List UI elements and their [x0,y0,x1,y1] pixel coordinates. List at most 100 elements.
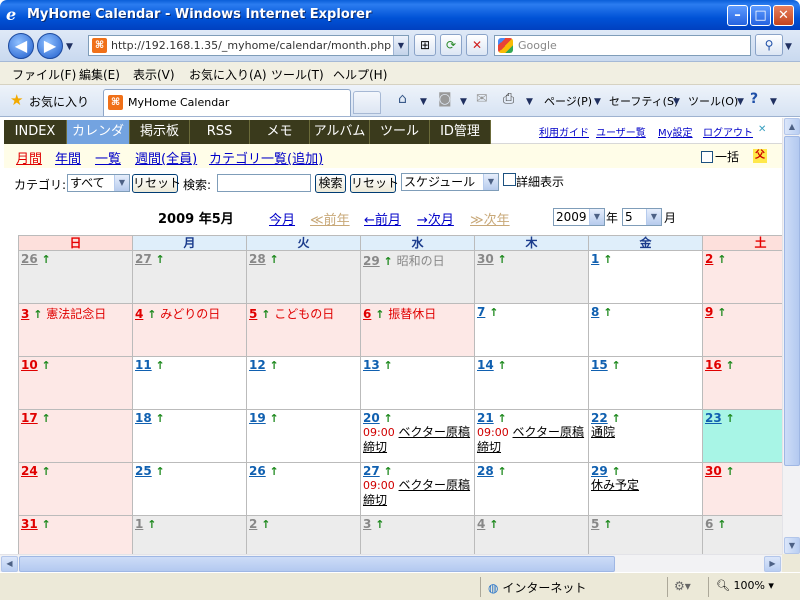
calendar-day-cell[interactable]: 24 ↑ [18,462,133,516]
add-event-icon[interactable]: ↑ [270,412,279,425]
add-event-icon[interactable]: ↑ [156,253,165,266]
add-event-icon[interactable]: ↑ [384,412,393,425]
calendar-event[interactable]: 09:00 ベクター原稿締切 [363,425,472,454]
browser-tab[interactable]: ⌘ MyHome Calendar [103,89,351,116]
calendar-day-cell[interactable]: 2 ↑ [702,250,782,304]
category-reset-button[interactable]: リセット [132,174,181,193]
add-event-icon[interactable]: ↑ [726,412,735,425]
add-event-icon[interactable]: ↑ [156,465,165,478]
next-year-link[interactable]: ≫次年 [470,209,510,228]
close-button[interactable]: ✕ [773,5,794,26]
address-input[interactable]: http://192.168.1.35/_myhome/calendar/mon… [111,39,391,52]
calendar-day-cell[interactable]: 30 ↑ [474,250,589,304]
zoom-control[interactable]: 🔍︎ 100% ▾ [716,579,774,592]
day-number-link[interactable]: 8 [591,305,599,319]
day-number-link[interactable]: 31 [21,517,38,531]
calendar-day-cell[interactable]: 26 ↑ [18,250,133,304]
calendar-day-cell[interactable]: 7 ↑ [474,303,589,357]
calendar-day-cell[interactable]: 5 ↑ [588,515,703,554]
view-category-list[interactable]: カテゴリ一覧(追加) [209,148,323,167]
search-box[interactable]: Google [494,35,751,56]
calendar-day-cell[interactable]: 10 ↑ [18,356,133,410]
safety-menu-button[interactable]: セーフティ(S) [609,93,678,109]
day-number-link[interactable]: 4 [135,307,143,321]
link-user-list[interactable]: ユーザー覧 [596,124,646,139]
day-number-link[interactable]: 1 [591,252,599,266]
view-monthly[interactable]: 月間 [16,148,42,167]
prev-month-link[interactable]: ←前月 [364,209,401,228]
add-event-icon[interactable]: ↑ [717,253,726,266]
add-event-icon[interactable]: ↑ [498,412,507,425]
calendar-day-cell[interactable]: 26 ↑ [246,462,361,516]
calendar-day-cell[interactable]: 6 ↑ [702,515,782,554]
feeds-icon[interactable]: ◙ [438,91,452,107]
calendar-day-cell[interactable]: 8 ↑ [588,303,703,357]
day-number-link[interactable]: 26 [249,464,266,478]
add-event-icon[interactable]: ↑ [498,359,507,372]
add-event-icon[interactable]: ↑ [42,518,51,531]
link-my-settings[interactable]: My設定 [658,124,693,139]
user-badge[interactable]: 父 [753,149,767,163]
search-options-icon[interactable]: ▼ [785,42,792,52]
day-number-link[interactable]: 11 [135,358,152,372]
page-menu-button[interactable]: ページ(P) [544,93,592,109]
horizontal-scrollbar[interactable]: ◀ ▶ [0,554,782,572]
day-number-link[interactable]: 12 [249,358,266,372]
day-number-link[interactable]: 10 [21,358,38,372]
calendar-event[interactable]: 休み予定 [591,478,700,492]
history-dropdown-icon[interactable]: ▼ [66,42,73,52]
add-event-icon[interactable]: ↑ [147,308,156,321]
add-event-icon[interactable]: ↑ [384,465,393,478]
calendar-day-cell[interactable]: 4 ↑ [474,515,589,554]
nav-tab-index[interactable]: INDEX [4,120,67,144]
day-number-link[interactable]: 29 [363,254,380,268]
menu-file[interactable]: ファイル(F) [12,66,76,83]
horizontal-scroll-thumb[interactable] [19,556,615,572]
calendar-day-cell[interactable]: 9 ↑ [702,303,782,357]
calendar-event[interactable]: 通院 [591,425,700,439]
menu-edit[interactable]: 編集(E) [79,66,120,83]
day-number-link[interactable]: 3 [363,517,371,531]
calendar-day-cell[interactable]: 12 ↑ [246,356,361,410]
help-icon[interactable]: ? [750,91,758,107]
day-number-link[interactable]: 7 [477,305,485,319]
add-event-icon[interactable]: ↑ [384,255,393,268]
add-event-icon[interactable]: ↑ [498,465,507,478]
search-button[interactable]: 検索 [315,174,346,193]
day-number-link[interactable]: 22 [591,411,608,425]
nav-tab-rss[interactable]: RSS [190,120,250,144]
day-number-link[interactable]: 6 [363,307,371,321]
add-event-icon[interactable]: ↑ [726,465,735,478]
refresh-icon[interactable]: ⟳ [440,34,462,56]
day-number-link[interactable]: 17 [21,411,38,425]
day-number-link[interactable]: 25 [135,464,152,478]
day-number-link[interactable]: 23 [705,411,722,425]
nav-tab-tools[interactable]: ツール [370,120,430,144]
add-event-icon[interactable]: ↑ [42,359,51,372]
calendar-day-cell[interactable]: 22 ↑ 通院 [588,409,703,463]
keyword-input[interactable] [217,174,311,192]
scroll-up-icon[interactable]: ▲ [784,118,800,135]
add-event-icon[interactable]: ↑ [726,359,735,372]
add-event-icon[interactable]: ↑ [498,253,507,266]
day-number-link[interactable]: 30 [477,252,494,266]
minimize-button[interactable]: – [727,5,748,26]
add-event-icon[interactable]: ↑ [375,518,384,531]
day-number-link[interactable]: 16 [705,358,722,372]
calendar-day-cell[interactable]: 28 ↑ [246,250,361,304]
view-yearly[interactable]: 年間 [55,148,81,167]
calendar-day-cell[interactable]: 29 ↑ 休み予定 [588,462,703,516]
day-number-link[interactable]: 19 [249,411,266,425]
scroll-left-icon[interactable]: ◀ [1,556,18,572]
calendar-day-cell[interactable]: 31 ↑ [18,515,133,554]
day-number-link[interactable]: 27 [363,464,380,478]
calendar-day-cell[interactable]: 1 ↑ [588,250,703,304]
print-dropdown-icon[interactable]: ▼ [526,97,533,107]
calendar-day-cell[interactable]: 19 ↑ [246,409,361,463]
protected-mode-icon[interactable]: ⚙▾ [674,579,691,593]
day-number-link[interactable]: 3 [21,307,29,321]
view-mode-select[interactable]: スケジュール ▼ [401,173,499,191]
day-number-link[interactable]: 15 [591,358,608,372]
menu-help[interactable]: ヘルプ(H) [333,66,387,83]
calendar-day-cell[interactable]: 21 ↑ 09:00 ベクター原稿締切 [474,409,589,463]
